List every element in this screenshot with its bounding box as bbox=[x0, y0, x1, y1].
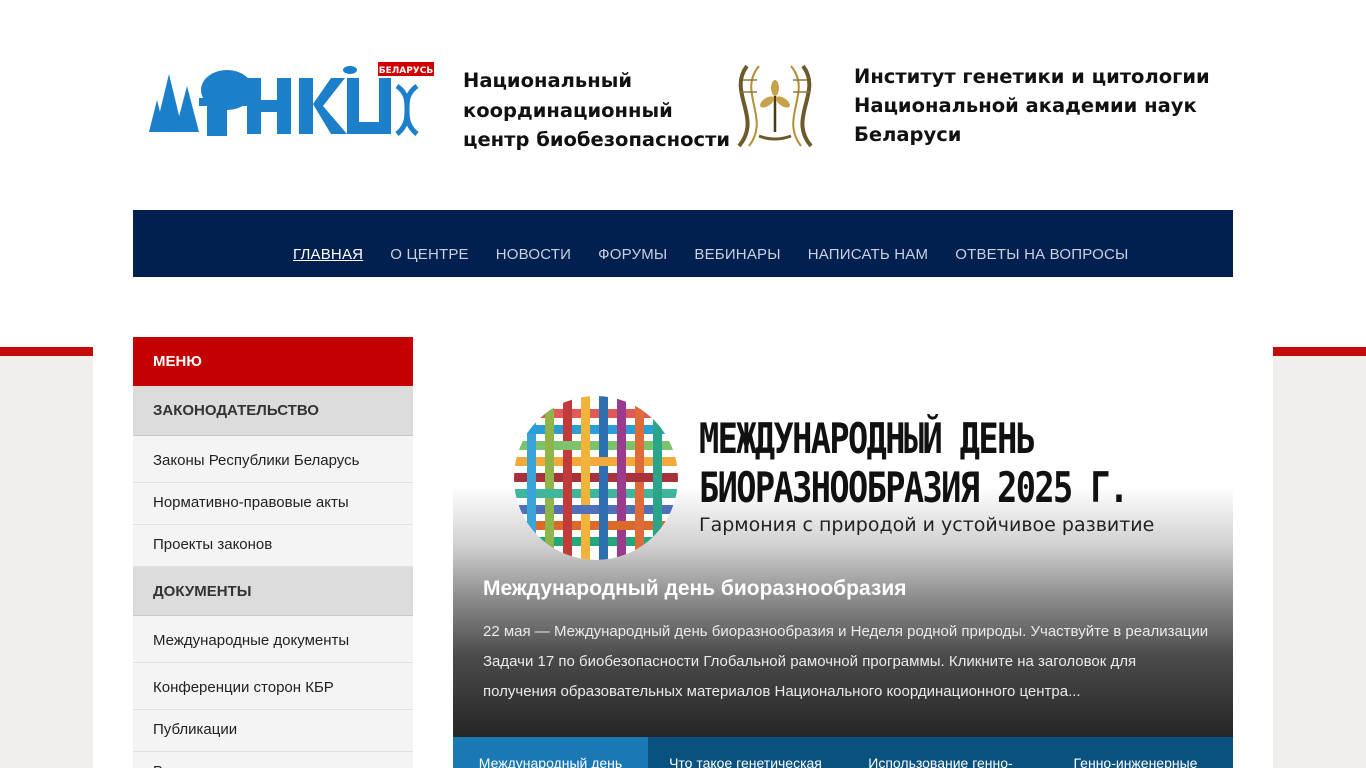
slider-tab-4[interactable]: Генно-инженерные bbox=[1038, 737, 1233, 768]
center-name-line: центр биобезопасности bbox=[463, 128, 731, 151]
sidebar-item-publications[interactable]: Публикации bbox=[133, 710, 413, 752]
site-header: БЕЛАРУСЬ Национальный координационный це… bbox=[133, 40, 1233, 170]
sidebar-section-documents[interactable]: ДОКУМЕНТЫ bbox=[133, 567, 413, 616]
sidebar-item-draft-laws[interactable]: Проекты законов bbox=[133, 525, 413, 567]
institute-dna-logo[interactable] bbox=[727, 62, 823, 150]
center-name-line: координационный bbox=[463, 98, 673, 122]
slider-tab-3[interactable]: Использование генно- bbox=[843, 737, 1038, 768]
slider-tabs: Международный день Что такое генетическа… bbox=[453, 737, 1233, 768]
logo-badge-text: БЕЛАРУСЬ bbox=[379, 66, 434, 76]
red-stripe-left bbox=[0, 347, 93, 356]
sidebar-item-more[interactable]: В... bbox=[133, 752, 413, 768]
center-name: Национальный координационный центр биобе… bbox=[463, 66, 730, 155]
banner-subheadline: Гармония с природой и устойчивое развити… bbox=[699, 514, 1155, 536]
main-nav: ГЛАВНАЯ О ЦЕНТРЕ НОВОСТИ ФОРУМЫ ВЕБИНАРЫ… bbox=[133, 210, 1233, 277]
sidebar-item-regulations[interactable]: Нормативно-правовые акты bbox=[133, 483, 413, 525]
red-stripe-right bbox=[1273, 347, 1366, 356]
featured-slider[interactable]: МЕЖДУНАРОДНЫЙ ДЕНЬ БИОРАЗНООБРАЗИЯ 2025 … bbox=[453, 337, 1233, 737]
slider-tab-2[interactable]: Что такое генетическая bbox=[648, 737, 843, 768]
main-nav-list: ГЛАВНАЯ О ЦЕНТРЕ НОВОСТИ ФОРУМЫ ВЕБИНАРЫ… bbox=[293, 246, 1155, 263]
nav-item-faq[interactable]: ОТВЕТЫ НА ВОПРОСЫ bbox=[955, 246, 1128, 263]
nav-item-contact[interactable]: НАПИСАТЬ НАМ bbox=[808, 246, 928, 263]
nkcb-logo[interactable]: БЕЛАРУСЬ bbox=[147, 60, 443, 152]
nav-item-news[interactable]: НОВОСТИ bbox=[496, 246, 571, 263]
slide-title-link[interactable]: Международный день биоразнообразия bbox=[483, 577, 907, 601]
sidebar-menu: МЕНЮ ЗАКОНОДАТЕЛЬСТВО Законы Республики … bbox=[133, 337, 413, 768]
sidebar-item-laws[interactable]: Законы Республики Беларусь bbox=[133, 436, 413, 483]
sidebar-section-legislation[interactable]: ЗАКОНОДАТЕЛЬСТВО bbox=[133, 386, 413, 436]
sidebar-item-intl-documents[interactable]: Международные документы bbox=[133, 616, 413, 663]
biodiversity-wheel-graphic bbox=[514, 396, 678, 560]
institute-name: Институт генетики и цитологии Национальн… bbox=[854, 62, 1210, 149]
slide-description: 22 мая — Международный день биоразнообра… bbox=[483, 623, 1209, 700]
banner-headline-line2: БИОРАЗНООБРАЗИЯ 2025 Г. bbox=[699, 463, 1129, 512]
sidebar-menu-title: МЕНЮ bbox=[133, 337, 413, 386]
institute-name-line: Национальной академии наук bbox=[854, 94, 1197, 117]
banner-headline-line1: МЕЖДУНАРОДНЫЙ ДЕНЬ bbox=[699, 414, 1036, 463]
slider-tab-1[interactable]: Международный день bbox=[453, 737, 648, 768]
nav-item-about[interactable]: О ЦЕНТРЕ bbox=[390, 246, 469, 263]
nav-item-webinars[interactable]: ВЕБИНАРЫ bbox=[694, 246, 780, 263]
institute-name-line: Институт генетики и цитологии bbox=[854, 65, 1210, 88]
institute-name-line: Беларуси bbox=[854, 123, 962, 146]
nav-item-forums[interactable]: ФОРУМЫ bbox=[598, 246, 667, 263]
sidebar-item-cbd-conferences[interactable]: Конференции сторон КБР bbox=[133, 663, 413, 710]
nav-item-home[interactable]: ГЛАВНАЯ bbox=[293, 246, 363, 263]
center-name-line: Национальный bbox=[463, 69, 633, 92]
